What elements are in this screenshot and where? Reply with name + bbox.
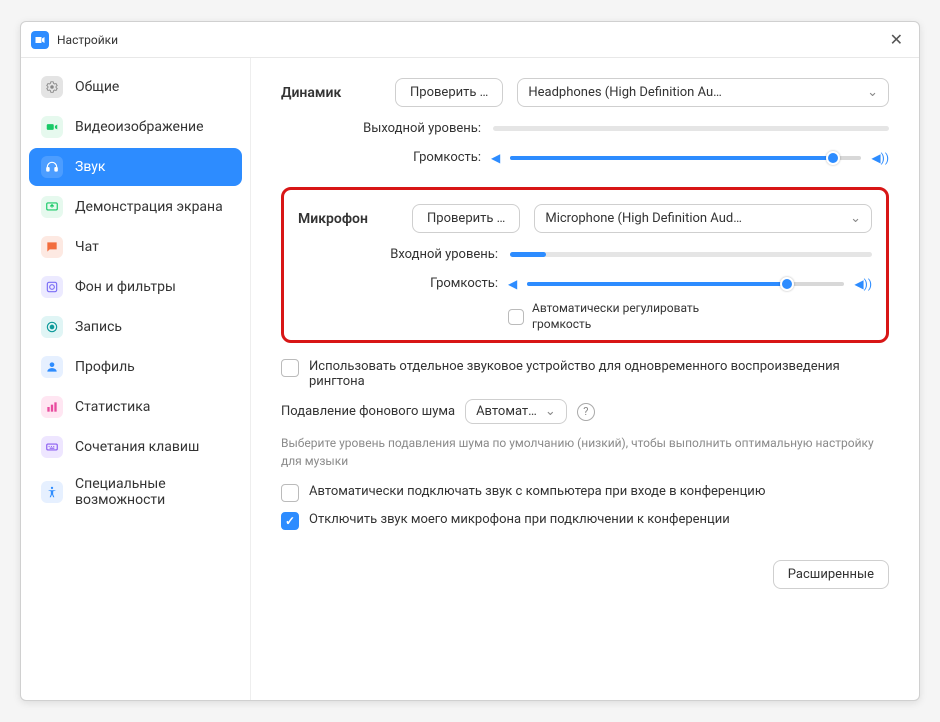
keyboard-icon — [41, 436, 63, 458]
sidebar-item-share[interactable]: Демонстрация экрана — [29, 188, 242, 226]
advanced-button[interactable]: Расширенные — [773, 560, 889, 589]
sidebar-item-profile[interactable]: Профиль — [29, 348, 242, 386]
stats-icon — [41, 396, 63, 418]
speaker-device-dropdown[interactable]: Headphones (High Definition Au… ⌄ — [517, 78, 889, 107]
noise-suppress-value: Автомат… — [476, 404, 537, 419]
sidebar-item-label: Общие — [75, 79, 119, 95]
sidebar-item-label: Видеоизображение — [75, 119, 204, 135]
input-level-meter — [510, 252, 872, 257]
profile-icon — [41, 356, 63, 378]
titlebar: Настройки ✕ — [21, 22, 919, 58]
app-icon — [31, 31, 49, 49]
speaker-section: Динамик Проверить … Headphones (High Def… — [281, 78, 889, 165]
sidebar-item-label: Специальные возможности — [75, 476, 230, 508]
sidebar-item-label: Звук — [75, 159, 105, 175]
mic-volume-label: Громкость: — [298, 276, 498, 291]
speaker-volume-slider[interactable] — [510, 156, 861, 160]
speaker-volume-label: Громкость: — [281, 150, 481, 165]
gear-icon — [41, 76, 63, 98]
chevron-down-icon: ⌄ — [545, 404, 556, 419]
mute-on-join-row: Отключить звук моего микрофона при подкл… — [281, 512, 889, 530]
close-icon[interactable]: ✕ — [884, 28, 909, 51]
separate-ringtone-label: Использовать отдельное звуковое устройст… — [309, 359, 889, 389]
mic-device-dropdown[interactable]: Microphone (High Definition Aud… ⌄ — [534, 204, 872, 233]
sidebar-item-label: Статистика — [75, 399, 150, 415]
input-level-label: Входной уровень: — [298, 247, 498, 262]
sidebar-item-record[interactable]: Запись — [29, 308, 242, 346]
auto-join-audio-checkbox[interactable] — [281, 484, 299, 502]
access-icon — [41, 481, 63, 503]
auto-adjust-checkbox[interactable] — [508, 309, 524, 325]
auto-adjust-label: Автоматически регулировать громкость — [532, 301, 752, 332]
output-level-label: Выходной уровень: — [281, 121, 481, 136]
sidebar-item-background[interactable]: Фон и фильтры — [29, 268, 242, 306]
background-icon — [41, 276, 63, 298]
noise-suppress-row: Подавление фонового шума Автомат… ⌄ ? — [281, 399, 889, 424]
separate-ringtone-checkbox[interactable] — [281, 359, 299, 377]
mic-device-label: Microphone (High Definition Aud… — [545, 211, 742, 226]
speaker-device-label: Headphones (High Definition Au… — [528, 85, 722, 100]
sidebar-item-label: Чат — [75, 239, 99, 255]
microphone-title: Микрофон — [298, 211, 398, 227]
mute-on-join-label: Отключить звук моего микрофона при подкл… — [309, 512, 730, 527]
sidebar: Общие Видеоизображение Звук Демонстрация эк… — [21, 58, 251, 700]
window-title: Настройки — [57, 33, 118, 47]
sidebar-item-access[interactable]: Специальные возможности — [29, 468, 242, 516]
chat-icon — [41, 236, 63, 258]
noise-suppress-label: Подавление фонового шума — [281, 404, 455, 419]
sidebar-item-audio[interactable]: Звук — [29, 148, 242, 186]
sidebar-item-label: Фон и фильтры — [75, 279, 176, 295]
sidebar-item-stats[interactable]: Статистика — [29, 388, 242, 426]
titlebar-left: Настройки — [31, 31, 118, 49]
settings-window: Настройки ✕ Общие Видеоизображение Звук Дем… — [20, 21, 920, 701]
volume-high-icon: ◀)) — [854, 277, 872, 291]
content: Динамик Проверить … Headphones (High Def… — [251, 58, 919, 700]
sidebar-item-keyboard[interactable]: Сочетания клавиш — [29, 428, 242, 466]
sidebar-item-label: Запись — [75, 319, 122, 335]
sidebar-item-video[interactable]: Видеоизображение — [29, 108, 242, 146]
test-mic-button[interactable]: Проверить … — [412, 204, 520, 233]
chevron-down-icon: ⌄ — [850, 211, 861, 226]
noise-suppress-hint: Выберите уровень подавления шума по умол… — [281, 434, 889, 470]
test-speaker-button[interactable]: Проверить … — [395, 78, 503, 107]
noise-suppress-dropdown[interactable]: Автомат… ⌄ — [465, 399, 567, 424]
microphone-highlight: Микрофон Проверить … Microphone (High De… — [281, 187, 889, 343]
body: Общие Видеоизображение Звук Демонстрация эк… — [21, 58, 919, 700]
mute-on-join-checkbox[interactable] — [281, 512, 299, 530]
audio-icon — [41, 156, 63, 178]
volume-high-icon: ◀)) — [871, 151, 889, 165]
footer: Расширенные — [281, 540, 889, 589]
sidebar-item-gear[interactable]: Общие — [29, 68, 242, 106]
sidebar-item-label: Демонстрация экрана — [75, 199, 223, 215]
record-icon — [41, 316, 63, 338]
sidebar-item-label: Профиль — [75, 359, 135, 375]
share-icon — [41, 196, 63, 218]
auto-join-audio-label: Автоматически подключать звук с компьюте… — [309, 484, 765, 499]
help-icon[interactable]: ? — [577, 403, 595, 421]
video-icon — [41, 116, 63, 138]
speaker-title: Динамик — [281, 85, 381, 101]
sidebar-item-chat[interactable]: Чат — [29, 228, 242, 266]
separate-ringtone-row: Использовать отдельное звуковое устройст… — [281, 359, 889, 389]
auto-join-audio-row: Автоматически подключать звук с компьюте… — [281, 484, 889, 502]
output-level-meter — [493, 126, 889, 131]
volume-low-icon: ◀ — [508, 277, 517, 291]
sidebar-item-label: Сочетания клавиш — [75, 439, 199, 455]
mic-volume-slider[interactable] — [527, 282, 844, 286]
volume-low-icon: ◀ — [491, 151, 500, 165]
chevron-down-icon: ⌄ — [867, 85, 878, 100]
